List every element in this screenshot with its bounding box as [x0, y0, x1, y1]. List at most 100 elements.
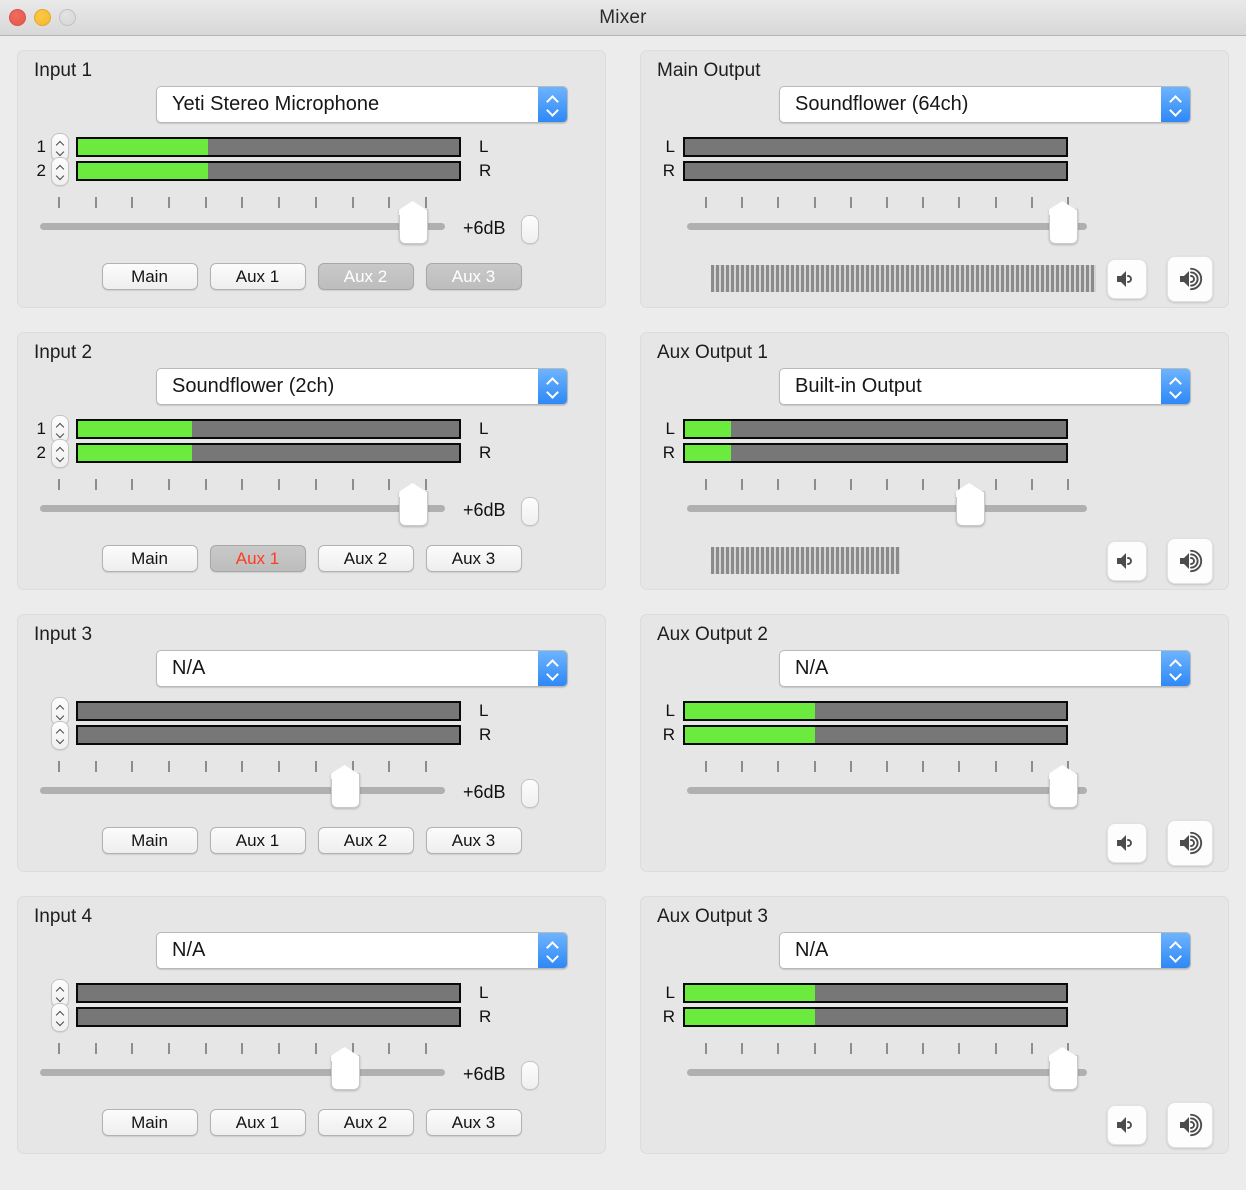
gain-stepper[interactable] — [521, 1061, 539, 1090]
slider-thumb[interactable] — [399, 209, 429, 244]
slider-track[interactable] — [40, 223, 445, 230]
channel-stepper[interactable] — [51, 438, 69, 468]
route-button-main[interactable]: Main — [101, 545, 198, 572]
route-button-aux-2[interactable]: Aux 2 — [317, 545, 414, 572]
route-button-aux-2[interactable]: Aux 2 — [317, 827, 414, 854]
route-button-main[interactable]: Main — [101, 263, 198, 290]
slider-tick — [424, 1043, 427, 1054]
slider-track[interactable] — [40, 505, 445, 512]
slider-tick — [204, 479, 207, 490]
gain-value-label: +6dB — [463, 218, 506, 238]
slider-track[interactable] — [687, 1069, 1087, 1076]
slider-thumb[interactable] — [955, 491, 985, 526]
output-device-popup[interactable]: Soundflower (64ch) — [779, 86, 1191, 123]
channel-stepper[interactable] — [51, 720, 69, 750]
input-device-popup[interactable]: Soundflower (2ch) — [156, 368, 568, 405]
slider-tick — [314, 761, 317, 772]
route-button-aux-3[interactable]: Aux 3 — [425, 263, 522, 290]
meter-row: L — [655, 135, 1214, 159]
volume-down-button[interactable] — [1107, 541, 1147, 581]
slider-tick — [1030, 197, 1033, 208]
volume-down-button[interactable] — [1107, 1105, 1147, 1145]
popup-stepper-arrows[interactable] — [1161, 369, 1190, 404]
route-button-aux-3[interactable]: Aux 3 — [425, 545, 522, 572]
output-panel-title: Aux Output 2 — [657, 624, 768, 645]
slider-thumb[interactable] — [331, 1055, 361, 1090]
meter-row: L — [655, 699, 1214, 723]
route-button-aux-1[interactable]: Aux 1 — [209, 545, 306, 572]
slider-tick — [278, 1043, 281, 1054]
output-device-popup[interactable]: Built-in Output — [779, 368, 1191, 405]
input-panel-title: Input 3 — [34, 624, 93, 645]
window-title: Mixer — [599, 6, 647, 28]
volume-up-button[interactable] — [1167, 820, 1213, 866]
route-button-aux-2[interactable]: Aux 2 — [317, 263, 414, 290]
popup-stepper-arrows[interactable] — [1161, 933, 1190, 968]
output-panel-title: Aux Output 1 — [657, 342, 768, 363]
volume-down-button[interactable] — [1107, 259, 1147, 299]
input-panel-3: Input 3 N/A L R +6dB Main Aux 1 Aux 2 Aux 3 — [17, 614, 606, 872]
output-panel-1: Main Output Soundflower (64ch) L R — [640, 50, 1229, 308]
output-system-volume-row — [655, 256, 1214, 305]
output-meters: LR — [655, 981, 1214, 1029]
gain-stepper[interactable] — [521, 215, 539, 244]
route-button-aux-1[interactable]: Aux 1 — [209, 1109, 306, 1136]
input-panel-4: Input 4 N/A L R +6dB Main Aux 1 Aux 2 Aux 3 — [17, 896, 606, 1154]
output-device-popup[interactable]: N/A — [779, 932, 1191, 969]
level-meter-fill — [78, 163, 208, 179]
volume-up-button[interactable] — [1167, 256, 1213, 302]
input-device-popup[interactable]: N/A — [156, 932, 568, 969]
slider-tick — [241, 197, 244, 208]
popup-stepper-arrows[interactable] — [1161, 87, 1190, 122]
input-device-popup[interactable]: Yeti Stereo Microphone — [156, 86, 568, 123]
gain-stepper[interactable] — [521, 779, 539, 808]
input-device-popup[interactable]: N/A — [156, 650, 568, 687]
slider-track[interactable] — [40, 787, 445, 794]
route-button-aux-3[interactable]: Aux 3 — [425, 827, 522, 854]
route-button-aux-2[interactable]: Aux 2 — [317, 1109, 414, 1136]
slider-track[interactable] — [687, 787, 1087, 794]
popup-stepper-arrows[interactable] — [538, 369, 567, 404]
chevron-down-icon — [547, 388, 558, 395]
slider-thumb[interactable] — [1048, 209, 1078, 244]
slider-thumb[interactable] — [331, 773, 361, 808]
gain-value-label: +6dB — [463, 500, 506, 520]
slider-thumb[interactable] — [1048, 773, 1078, 808]
volume-up-button[interactable] — [1167, 1102, 1213, 1148]
popup-stepper-arrows[interactable] — [538, 87, 567, 122]
slider-tick — [777, 197, 780, 208]
slider-track[interactable] — [687, 505, 1087, 512]
system-volume-bar[interactable] — [711, 547, 900, 574]
popup-stepper-arrows[interactable] — [538, 651, 567, 686]
output-panel-3: Aux Output 2 N/A L R — [640, 614, 1229, 872]
route-button-main[interactable]: Main — [101, 1109, 198, 1136]
slider-track[interactable] — [687, 223, 1087, 230]
slider-thumb[interactable] — [1048, 1055, 1078, 1090]
slider-tick — [131, 197, 134, 208]
volume-down-button[interactable] — [1107, 823, 1147, 863]
slider-tick — [994, 1043, 997, 1054]
volume-up-button[interactable] — [1167, 538, 1213, 584]
channel-stepper[interactable] — [51, 156, 69, 186]
route-button-aux-3[interactable]: Aux 3 — [425, 1109, 522, 1136]
output-meters: LR — [655, 699, 1214, 747]
route-button-aux-1[interactable]: Aux 1 — [209, 263, 306, 290]
slider-tick — [849, 197, 852, 208]
level-meter — [76, 161, 461, 181]
channel-stepper[interactable] — [51, 1002, 69, 1032]
input-device-value: Yeti Stereo Microphone — [172, 93, 380, 115]
channel-number: 2 — [36, 161, 46, 180]
slider-track[interactable] — [40, 1069, 445, 1076]
gain-stepper[interactable] — [521, 497, 539, 526]
popup-stepper-arrows[interactable] — [1161, 651, 1190, 686]
popup-stepper-arrows[interactable] — [538, 933, 567, 968]
slider-tick — [204, 1043, 207, 1054]
route-button-main[interactable]: Main — [101, 827, 198, 854]
output-device-popup[interactable]: N/A — [779, 650, 1191, 687]
slider-thumb[interactable] — [399, 491, 429, 526]
slider-tick — [278, 761, 281, 772]
system-volume-bar[interactable] — [711, 265, 1096, 292]
route-button-aux-1[interactable]: Aux 1 — [209, 827, 306, 854]
meter-channel-label: L — [665, 701, 675, 720]
slider-tick — [204, 197, 207, 208]
